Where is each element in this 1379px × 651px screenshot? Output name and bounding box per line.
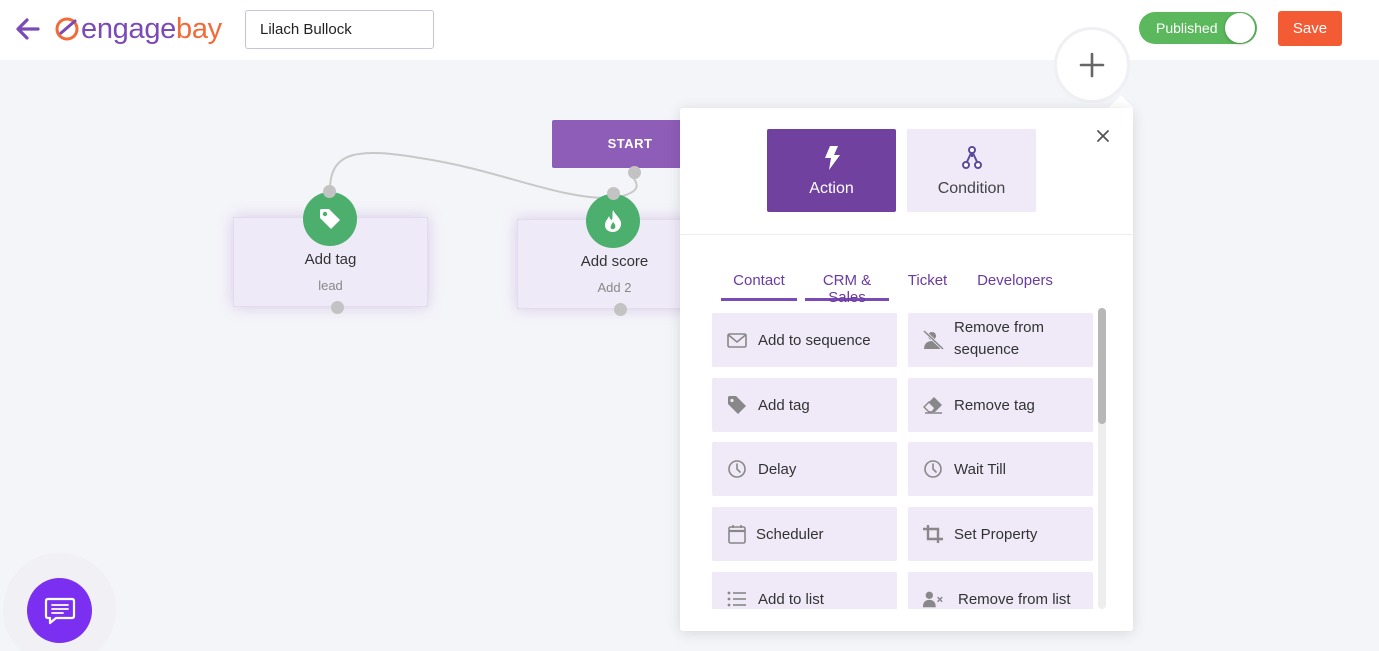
published-toggle-label: Published <box>1156 20 1218 36</box>
action-label: Delay <box>758 461 797 478</box>
close-icon[interactable] <box>1095 128 1111 144</box>
scrollbar-thumb[interactable] <box>1098 308 1106 424</box>
action-remove-from-sequence[interactable]: Remove from sequence <box>908 313 1093 367</box>
crop-icon <box>923 525 943 543</box>
start-connector-dot[interactable] <box>628 166 641 179</box>
divider <box>680 234 1133 235</box>
flame-icon <box>605 210 622 232</box>
condition-type-button[interactable]: Condition <box>907 129 1036 212</box>
action-remove-from-list[interactable]: Remove from list <box>908 572 1093 609</box>
user-remove-icon <box>922 330 944 350</box>
action-scheduler[interactable]: Scheduler <box>712 507 897 561</box>
add-step-panel: Action Condition Contact CRM & Sales Tic… <box>680 108 1133 631</box>
action-list: Add to sequence Remove from sequence Add… <box>712 313 1095 609</box>
action-list-scrollbar[interactable] <box>1098 308 1106 609</box>
lightning-icon <box>824 146 840 170</box>
envelope-icon <box>727 333 747 348</box>
save-button[interactable]: Save <box>1278 11 1342 46</box>
action-add-tag[interactable]: Add tag <box>712 378 897 432</box>
logo-mark-icon <box>55 17 79 41</box>
action-delay[interactable]: Delay <box>712 442 897 496</box>
tag-icon <box>320 209 340 229</box>
action-label: Add to sequence <box>758 332 871 349</box>
plus-icon <box>1079 52 1105 78</box>
action-label: Scheduler <box>756 526 824 543</box>
action-label: Set Property <box>954 526 1038 543</box>
chat-bubble-icon <box>44 597 75 624</box>
action-label: Wait Till <box>954 461 1006 478</box>
node-title: Add tag <box>304 251 357 268</box>
logo-text: engagebay <box>81 12 222 45</box>
node-subtitle: lead <box>318 278 343 293</box>
action-remove-tag[interactable]: Remove tag <box>908 378 1093 432</box>
tag-node-icon <box>303 192 357 246</box>
top-bar: engagebay Published Save <box>0 0 1379 60</box>
tab-developers[interactable]: Developers <box>976 268 1054 301</box>
calendar-icon <box>728 525 746 544</box>
action-label: Add tag <box>758 397 810 414</box>
action-label: Remove from list <box>958 591 1071 608</box>
action-label: Remove tag <box>954 397 1035 414</box>
logo-text-bay: bay <box>175 12 222 45</box>
logo-text-engage: engage <box>81 12 176 45</box>
action-label: Remove from sequence <box>954 319 1045 358</box>
action-add-to-list[interactable]: Add to list <box>712 572 897 609</box>
action-wait-till[interactable]: Wait Till <box>908 442 1093 496</box>
tab-contact[interactable]: Contact <box>721 268 797 301</box>
action-label: Add to list <box>758 591 824 608</box>
condition-type-label: Condition <box>937 180 1006 197</box>
node-input-dot[interactable] <box>323 185 336 198</box>
chat-widget-button[interactable] <box>27 578 92 643</box>
list-icon <box>727 591 746 607</box>
node-output-dot[interactable] <box>331 301 344 314</box>
action-set-property[interactable]: Set Property <box>908 507 1093 561</box>
action-type-label: Action <box>809 180 854 197</box>
clock-icon <box>924 460 942 478</box>
engagebay-logo: engagebay <box>54 12 222 46</box>
eraser-icon <box>923 397 942 414</box>
action-type-button[interactable]: Action <box>767 129 896 212</box>
published-toggle[interactable]: Published <box>1139 12 1257 44</box>
workflow-name-input[interactable] <box>245 10 434 49</box>
node-input-dot[interactable] <box>607 187 620 200</box>
score-node-icon <box>586 194 640 248</box>
tab-ticket[interactable]: Ticket <box>906 268 949 301</box>
clock-icon <box>728 460 746 478</box>
user-x-icon <box>922 591 943 608</box>
add-step-button[interactable] <box>1054 27 1130 103</box>
branch-icon <box>961 146 982 169</box>
action-add-to-sequence[interactable]: Add to sequence <box>712 313 897 367</box>
back-arrow-icon[interactable] <box>14 16 42 42</box>
tag-icon <box>728 396 746 414</box>
tab-crm-sales[interactable]: CRM & Sales <box>805 268 889 306</box>
node-output-dot[interactable] <box>614 303 627 316</box>
toggle-knob <box>1225 13 1255 43</box>
category-tabs: Contact CRM & Sales Ticket Developers <box>721 268 1062 306</box>
